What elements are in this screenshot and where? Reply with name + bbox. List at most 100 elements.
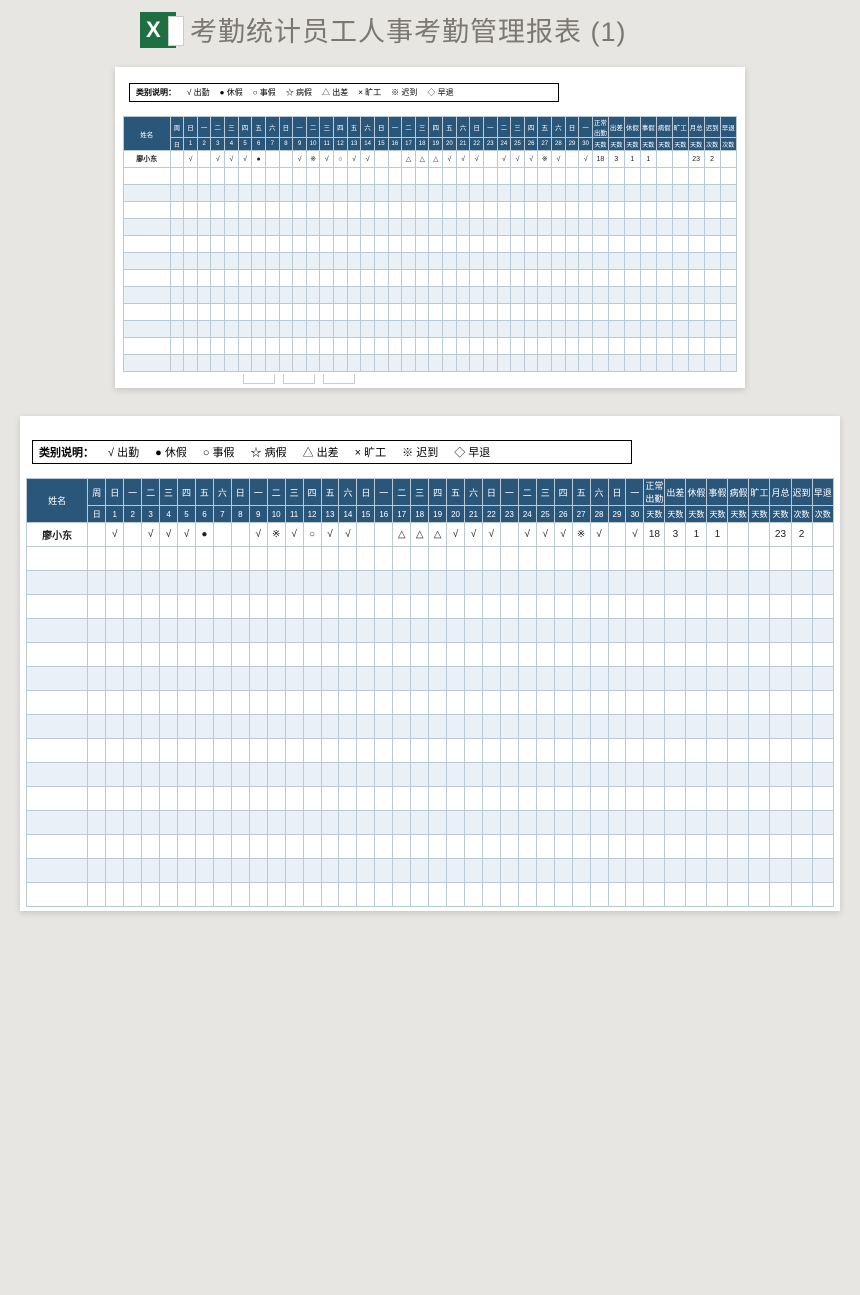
attendance-cell[interactable]	[211, 321, 225, 338]
attendance-cell[interactable]: √	[456, 151, 470, 168]
attendance-cell[interactable]	[195, 763, 213, 787]
attendance-cell[interactable]	[497, 270, 511, 287]
attendance-cell[interactable]	[213, 739, 231, 763]
attendance-cell[interactable]	[178, 811, 196, 835]
attendance-cell[interactable]	[536, 595, 554, 619]
attendance-cell[interactable]	[447, 619, 465, 643]
attendance-cell[interactable]	[447, 643, 465, 667]
attendance-cell[interactable]	[306, 321, 320, 338]
attendance-cell[interactable]	[511, 270, 525, 287]
attendance-cell[interactable]	[339, 763, 357, 787]
attendance-cell[interactable]	[375, 787, 393, 811]
attendance-cell[interactable]	[456, 236, 470, 253]
attendance-cell[interactable]	[524, 236, 538, 253]
attendance-cell[interactable]	[482, 571, 500, 595]
attendance-cell[interactable]	[375, 763, 393, 787]
attendance-cell[interactable]	[393, 811, 411, 835]
attendance-cell[interactable]	[500, 643, 518, 667]
attendance-cell[interactable]	[470, 287, 484, 304]
attendance-cell[interactable]	[590, 547, 608, 571]
attendance-cell[interactable]	[339, 643, 357, 667]
attendance-cell[interactable]	[267, 883, 285, 907]
attendance-cell[interactable]	[565, 236, 579, 253]
attendance-cell[interactable]	[552, 321, 566, 338]
attendance-cell[interactable]	[415, 304, 429, 321]
attendance-cell[interactable]	[293, 202, 307, 219]
attendance-cell[interactable]	[565, 321, 579, 338]
attendance-cell[interactable]	[357, 835, 375, 859]
attendance-cell[interactable]	[211, 253, 225, 270]
attendance-cell[interactable]	[415, 185, 429, 202]
attendance-cell[interactable]: √	[465, 523, 483, 547]
attendance-cell[interactable]	[184, 253, 198, 270]
attendance-cell[interactable]	[178, 715, 196, 739]
attendance-cell[interactable]	[518, 619, 536, 643]
attendance-cell[interactable]	[334, 321, 348, 338]
attendance-cell[interactable]	[429, 185, 443, 202]
attendance-cell[interactable]: ○	[303, 523, 321, 547]
attendance-cell[interactable]	[361, 321, 375, 338]
attendance-cell[interactable]	[536, 547, 554, 571]
attendance-cell[interactable]	[482, 595, 500, 619]
attendance-cell[interactable]	[415, 168, 429, 185]
attendance-cell[interactable]	[178, 547, 196, 571]
attendance-cell[interactable]	[579, 304, 593, 321]
attendance-cell[interactable]: √	[511, 151, 525, 168]
attendance-cell[interactable]	[321, 715, 339, 739]
attendance-cell[interactable]	[142, 595, 160, 619]
attendance-cell[interactable]	[106, 619, 124, 643]
attendance-cell[interactable]	[552, 219, 566, 236]
attendance-cell[interactable]	[590, 811, 608, 835]
attendance-cell[interactable]	[347, 185, 361, 202]
attendance-cell[interactable]	[511, 202, 525, 219]
attendance-cell[interactable]	[160, 835, 178, 859]
attendance-cell[interactable]	[536, 619, 554, 643]
attendance-cell[interactable]	[388, 219, 402, 236]
attendance-cell[interactable]	[536, 763, 554, 787]
attendance-cell[interactable]	[303, 691, 321, 715]
attendance-cell[interactable]: ○	[334, 151, 348, 168]
attendance-cell[interactable]	[483, 253, 497, 270]
attendance-cell[interactable]	[497, 236, 511, 253]
attendance-cell[interactable]	[160, 763, 178, 787]
attendance-cell[interactable]	[590, 835, 608, 859]
attendance-cell[interactable]: √	[142, 523, 160, 547]
attendance-cell[interactable]	[334, 253, 348, 270]
attendance-cell[interactable]	[465, 715, 483, 739]
attendance-cell[interactable]	[393, 859, 411, 883]
attendance-cell[interactable]	[339, 883, 357, 907]
attendance-cell[interactable]	[303, 715, 321, 739]
attendance-cell[interactable]	[306, 219, 320, 236]
attendance-cell[interactable]	[500, 547, 518, 571]
attendance-cell[interactable]	[238, 219, 252, 236]
attendance-cell[interactable]	[231, 643, 249, 667]
attendance-cell[interactable]	[465, 859, 483, 883]
attendance-cell[interactable]	[124, 835, 142, 859]
attendance-cell[interactable]	[197, 321, 211, 338]
attendance-cell[interactable]	[106, 859, 124, 883]
attendance-cell[interactable]	[347, 219, 361, 236]
attendance-cell[interactable]	[265, 304, 279, 321]
attendance-cell[interactable]	[375, 643, 393, 667]
attendance-cell[interactable]	[124, 787, 142, 811]
attendance-cell[interactable]	[213, 619, 231, 643]
attendance-cell[interactable]	[411, 859, 429, 883]
attendance-cell[interactable]	[538, 219, 552, 236]
attendance-cell[interactable]	[375, 619, 393, 643]
attendance-cell[interactable]	[279, 185, 293, 202]
attendance-cell[interactable]	[306, 338, 320, 355]
attendance-cell[interactable]	[197, 304, 211, 321]
attendance-cell[interactable]	[524, 202, 538, 219]
attendance-cell[interactable]	[590, 763, 608, 787]
attendance-cell[interactable]	[357, 547, 375, 571]
attendance-cell[interactable]	[511, 355, 525, 372]
attendance-cell[interactable]	[388, 338, 402, 355]
attendance-cell[interactable]	[238, 253, 252, 270]
attendance-cell[interactable]	[572, 715, 590, 739]
attendance-cell[interactable]	[524, 287, 538, 304]
attendance-cell[interactable]	[447, 787, 465, 811]
attendance-cell[interactable]	[357, 619, 375, 643]
attendance-cell[interactable]	[470, 355, 484, 372]
attendance-cell[interactable]	[211, 355, 225, 372]
attendance-cell[interactable]	[538, 270, 552, 287]
